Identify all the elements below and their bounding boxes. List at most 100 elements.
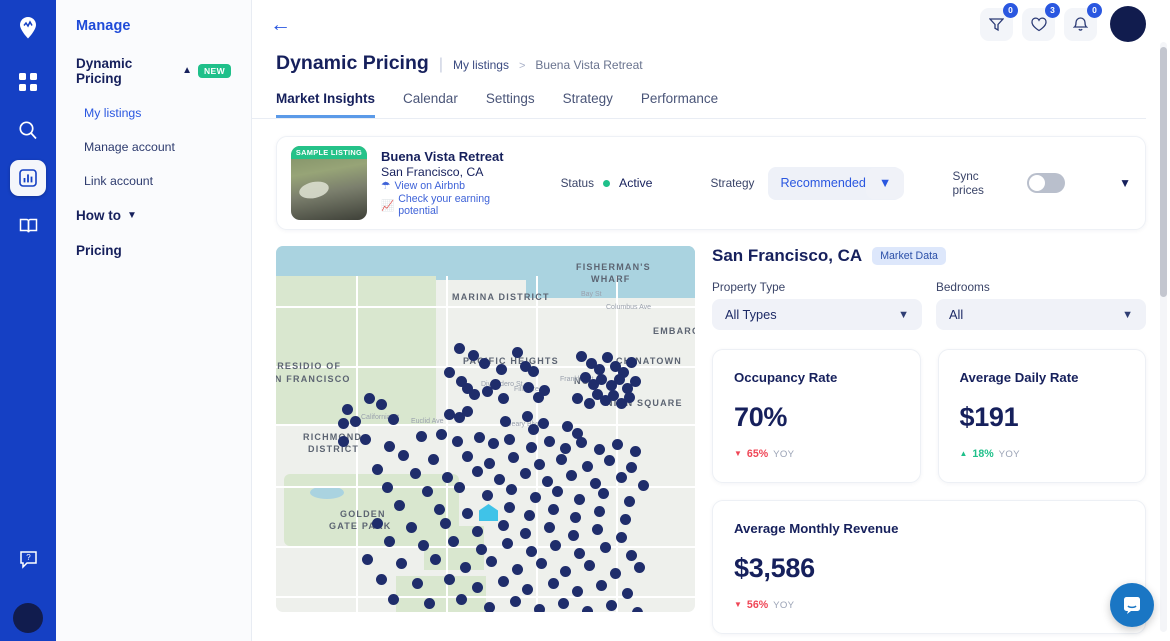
map-listing-pin[interactable] xyxy=(510,596,521,607)
map-listing-pin[interactable] xyxy=(626,357,637,368)
map-listing-pin[interactable] xyxy=(520,468,531,479)
map-listing-pin[interactable] xyxy=(630,446,641,457)
map-listing-pin[interactable] xyxy=(576,351,587,362)
map-listing-pin[interactable] xyxy=(338,418,349,429)
map-listing-pin[interactable] xyxy=(632,607,643,612)
map-listing-pin[interactable] xyxy=(416,431,427,442)
map-listing-pin[interactable] xyxy=(498,576,509,587)
map-listing-pin[interactable] xyxy=(364,393,375,404)
map-listing-pin[interactable] xyxy=(469,389,480,400)
map-listing-pin[interactable] xyxy=(538,418,549,429)
filter-icon[interactable]: 0 xyxy=(980,2,1018,41)
map-listing-pin[interactable] xyxy=(412,578,423,589)
map-listing-pin[interactable] xyxy=(548,578,559,589)
sidebar-item-manage-account[interactable]: Manage account xyxy=(56,140,251,154)
map-listing-pin[interactable] xyxy=(530,492,541,503)
map-listing-pin[interactable] xyxy=(522,584,533,595)
map-listing-pin[interactable] xyxy=(523,382,534,393)
map-listing-pin[interactable] xyxy=(476,544,487,555)
sidebar-group-dynamic-pricing[interactable]: Dynamic Pricing ▲ NEW xyxy=(56,56,251,86)
map-listing-pin[interactable] xyxy=(610,568,621,579)
chart-icon[interactable] xyxy=(10,160,46,196)
map-listing-pin[interactable] xyxy=(512,347,523,358)
map-listing-pin[interactable] xyxy=(486,556,497,567)
map-listing-pin[interactable] xyxy=(560,443,571,454)
heart-icon[interactable]: 3 xyxy=(1022,2,1060,41)
map-listing-pin[interactable] xyxy=(638,480,649,491)
map-listing-pin[interactable] xyxy=(634,562,645,573)
map-listing-pin[interactable] xyxy=(482,490,493,501)
tab-calendar[interactable]: Calendar xyxy=(403,91,458,118)
map-listing-pin[interactable] xyxy=(572,393,583,404)
map-listing-pin[interactable] xyxy=(508,452,519,463)
avatar[interactable] xyxy=(1110,6,1146,42)
map-listing-pin[interactable] xyxy=(424,598,435,609)
grid-icon[interactable] xyxy=(10,64,46,100)
map-listing-pin[interactable] xyxy=(624,392,635,403)
map-listing-pin[interactable] xyxy=(444,367,455,378)
map-listing-pin[interactable] xyxy=(436,429,447,440)
map-listing-pin[interactable] xyxy=(428,454,439,465)
map-listing-pin[interactable] xyxy=(498,393,509,404)
map-listing-pin[interactable] xyxy=(494,474,505,485)
map-listing-pin[interactable] xyxy=(484,458,495,469)
map-listing-pin[interactable] xyxy=(460,562,471,573)
map-listing-pin[interactable] xyxy=(442,472,453,483)
tab-settings[interactable]: Settings xyxy=(486,91,535,118)
map-listing-pin[interactable] xyxy=(384,441,395,452)
map-listing-pin[interactable] xyxy=(548,504,559,515)
map-listing-pin[interactable] xyxy=(552,486,563,497)
map-listing-pin[interactable] xyxy=(562,421,573,432)
map-listing-pin[interactable] xyxy=(350,416,361,427)
rail-avatar[interactable] xyxy=(13,603,43,633)
map-listing-pin[interactable] xyxy=(434,504,445,515)
map-listing-pin[interactable] xyxy=(468,350,479,361)
listing-thumbnail[interactable]: SAMPLE LISTING xyxy=(291,146,367,220)
map-listing-pin[interactable] xyxy=(526,546,537,557)
map-listing-pin[interactable] xyxy=(622,588,633,599)
map-listing-pin[interactable] xyxy=(396,558,407,569)
map-listing-pin[interactable] xyxy=(526,442,537,453)
search-icon[interactable] xyxy=(10,112,46,148)
map-listing-pin[interactable] xyxy=(406,522,417,533)
map-listing-pin[interactable] xyxy=(394,500,405,511)
map-listing-pin[interactable] xyxy=(430,554,441,565)
location-pin-icon[interactable] xyxy=(10,10,46,46)
map-listing-pin[interactable] xyxy=(462,508,473,519)
map-listing-pin[interactable] xyxy=(462,451,473,462)
map-listing-pin[interactable] xyxy=(596,580,607,591)
map-listing-pin[interactable] xyxy=(536,558,547,569)
sync-prices-toggle[interactable] xyxy=(1027,173,1066,193)
market-map[interactable]: FISHERMAN'SWHARFMARINA DISTRICTEMBARCAPA… xyxy=(276,246,695,612)
map-listing-pin[interactable] xyxy=(472,466,483,477)
map-listing-pin[interactable] xyxy=(500,416,511,427)
map-listing-pin[interactable] xyxy=(570,512,581,523)
tab-market-insights[interactable]: Market Insights xyxy=(276,91,376,118)
map-listing-pin[interactable] xyxy=(372,464,383,475)
map-listing-pin[interactable] xyxy=(528,366,539,377)
map-listing-pin[interactable] xyxy=(524,510,535,521)
map-listing-pin[interactable] xyxy=(620,514,631,525)
map-listing-pin[interactable] xyxy=(584,398,595,409)
selected-listing-marker[interactable] xyxy=(479,504,498,521)
map-listing-pin[interactable] xyxy=(616,532,627,543)
map-listing-pin[interactable] xyxy=(506,484,517,495)
map-listing-pin[interactable] xyxy=(600,542,611,553)
map-listing-pin[interactable] xyxy=(452,436,463,447)
help-chat-icon[interactable]: ? xyxy=(10,541,46,577)
map-listing-pin[interactable] xyxy=(338,436,349,447)
map-listing-pin[interactable] xyxy=(572,586,583,597)
map-listing-pin[interactable] xyxy=(456,594,467,605)
map-listing-pin[interactable] xyxy=(568,530,579,541)
back-arrow-icon[interactable]: ← xyxy=(270,14,291,35)
map-listing-pin[interactable] xyxy=(604,455,615,466)
map-listing-pin[interactable] xyxy=(584,560,595,571)
tab-performance[interactable]: Performance xyxy=(641,91,718,118)
map-listing-pin[interactable] xyxy=(372,518,383,529)
map-listing-pin[interactable] xyxy=(498,520,509,531)
map-listing-pin[interactable] xyxy=(479,358,490,369)
map-listing-pin[interactable] xyxy=(504,434,515,445)
map-listing-pin[interactable] xyxy=(528,424,539,435)
bedrooms-select[interactable]: All ▼ xyxy=(936,299,1146,330)
map-listing-pin[interactable] xyxy=(544,522,555,533)
